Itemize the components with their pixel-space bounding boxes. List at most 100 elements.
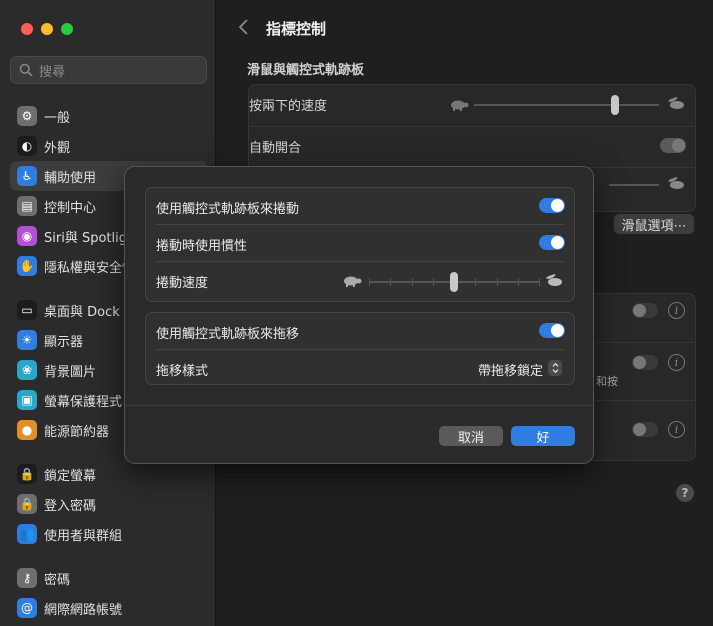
rabbit-icon bbox=[668, 97, 684, 109]
dialog-footer-divider bbox=[125, 405, 595, 406]
minimize-window-button[interactable] bbox=[41, 23, 53, 35]
double-click-speed-track[interactable] bbox=[474, 104, 659, 106]
sidebar-item-label: 背景圖片 bbox=[44, 364, 97, 380]
info-icon[interactable]: i bbox=[668, 354, 685, 371]
slider-tick bbox=[517, 278, 519, 286]
sidebar-item[interactable]: @ 網際網路帳號 bbox=[10, 593, 207, 623]
option-toggle-2[interactable] bbox=[632, 355, 658, 370]
sidebar-item-label: 能源節約器 bbox=[44, 424, 110, 440]
inertia-label: 捲動時使用慣性 bbox=[156, 239, 248, 254]
drag-style-value[interactable]: 帶拖移鎖定 bbox=[478, 360, 543, 379]
scroll-row: 使用觸控式軌跡板來捲動 bbox=[146, 188, 574, 224]
sidebar-item-label: 一般 bbox=[44, 110, 71, 126]
rabbit-icon bbox=[546, 274, 562, 286]
info-icon[interactable]: i bbox=[668, 421, 685, 438]
search-icon bbox=[19, 63, 33, 77]
appearance-icon: ◐ bbox=[17, 136, 37, 156]
inertia-row: 捲動時使用慣性 bbox=[146, 225, 574, 261]
drag-with-trackpad-toggle[interactable] bbox=[539, 323, 565, 338]
inertia-toggle[interactable] bbox=[539, 235, 565, 250]
sun-icon: ☀ bbox=[17, 330, 37, 350]
control-center-icon: ▤ bbox=[17, 196, 37, 216]
zoom-window-button[interactable] bbox=[61, 23, 73, 35]
slider-tick bbox=[411, 278, 413, 286]
trackpad-options-button[interactable]: 滑鼠選項⋯ bbox=[614, 214, 694, 234]
sidebar-item-label: 使用者與群組 bbox=[44, 528, 123, 544]
slider-tick bbox=[369, 278, 370, 286]
sidebar-item[interactable]: 🔒 登入密碼 bbox=[10, 489, 207, 519]
window-controls bbox=[21, 23, 73, 35]
spring-loading-toggle[interactable] bbox=[660, 138, 686, 153]
bulb-icon: ● bbox=[17, 420, 37, 440]
sidebar-item[interactable]: ⚙ 一般 bbox=[10, 101, 207, 131]
sidebar-item-label: 密碼 bbox=[44, 572, 71, 588]
drag-style-popup-button[interactable] bbox=[548, 360, 562, 376]
scroll-with-trackpad-label: 使用觸控式軌跡板來捲動 bbox=[156, 202, 300, 217]
back-chevron-icon[interactable] bbox=[237, 17, 251, 37]
updown-chevron-icon bbox=[551, 362, 559, 374]
sidebar-item-label: 輔助使用 bbox=[44, 170, 97, 186]
slider-tick bbox=[390, 278, 392, 286]
double-click-speed-label: 按兩下的速度 bbox=[249, 99, 328, 114]
tracking-speed-track[interactable] bbox=[609, 184, 659, 186]
cancel-button[interactable]: 取消 bbox=[439, 426, 503, 446]
key-icon: ⚷ bbox=[17, 568, 37, 588]
dock-icon: ▭ bbox=[17, 300, 37, 320]
close-window-button[interactable] bbox=[21, 23, 33, 35]
sidebar-item-label: 隱私權與安全性 bbox=[44, 260, 136, 276]
sidebar-item-label: 控制中心 bbox=[44, 200, 97, 216]
scroll-speed-knob[interactable] bbox=[450, 272, 458, 292]
option-toggle-1[interactable] bbox=[632, 303, 658, 318]
sidebar-item[interactable]: ◐ 外觀 bbox=[10, 131, 207, 161]
slider-tick bbox=[539, 278, 540, 286]
sidebar-item-label: 網際網路帳號 bbox=[44, 602, 123, 618]
lock-screen-icon: 🔒 bbox=[17, 464, 37, 484]
search-field[interactable]: 搜尋 bbox=[10, 56, 207, 84]
search-placeholder: 搜尋 bbox=[39, 64, 66, 80]
at-icon: @ bbox=[17, 598, 37, 618]
info-icon[interactable]: i bbox=[668, 302, 685, 319]
scroll-with-trackpad-toggle[interactable] bbox=[539, 198, 565, 213]
sidebar-item-label: 鎖定螢幕 bbox=[44, 468, 97, 484]
sidebar-item[interactable]: ⚷ 密碼 bbox=[10, 563, 207, 593]
lock-icon: 🔒 bbox=[17, 494, 37, 514]
slider-tick bbox=[496, 278, 498, 286]
hand-icon: ✋ bbox=[17, 256, 37, 276]
scroll-group: 使用觸控式軌跡板來捲動 捲動時使用慣性 捲動速度 bbox=[145, 187, 575, 302]
screensaver-icon: ▣ bbox=[17, 390, 37, 410]
drag-style-row: 拖移樣式 帶拖移鎖定 bbox=[146, 350, 574, 386]
siri-icon: ◉ bbox=[17, 226, 37, 246]
accessibility-icon: ♿ bbox=[17, 166, 37, 186]
users-icon: 👥 bbox=[17, 524, 37, 544]
rabbit-icon bbox=[668, 177, 684, 189]
slider-tick bbox=[475, 278, 477, 286]
section-title: 滑鼠與觸控式軌跡板 bbox=[247, 63, 365, 78]
slider-tick bbox=[432, 278, 434, 286]
scroll-speed-label: 捲動速度 bbox=[156, 276, 209, 291]
sidebar-item-label: 登入密碼 bbox=[44, 498, 97, 514]
option-toggle-3[interactable] bbox=[632, 422, 658, 437]
partial-description: 和按 bbox=[596, 375, 618, 388]
page-title: 指標控制 bbox=[266, 20, 327, 38]
trackpad-options-dialog: 使用觸控式軌跡板來捲動 捲動時使用慣性 捲動速度 使用觸控式軌跡板來拖移 拖移樣… bbox=[124, 166, 595, 464]
scroll-speed-row: 捲動速度 bbox=[146, 262, 574, 298]
sidebar-item-label: 外觀 bbox=[44, 140, 71, 156]
drag-group: 使用觸控式軌跡板來拖移 拖移樣式 帶拖移鎖定 bbox=[145, 312, 575, 385]
turtle-icon bbox=[451, 100, 469, 111]
sidebar-item[interactable]: 👥 使用者與群組 bbox=[10, 519, 207, 549]
divider bbox=[249, 126, 695, 127]
sidebar-item-label: 螢幕保護程式 bbox=[44, 394, 123, 410]
help-button[interactable]: ? bbox=[676, 484, 694, 502]
drag-style-label: 拖移樣式 bbox=[156, 364, 209, 379]
drag-with-trackpad-label: 使用觸控式軌跡板來拖移 bbox=[156, 327, 300, 342]
spring-loading-label: 自動開合 bbox=[249, 141, 302, 156]
wallpaper-icon: ❀ bbox=[17, 360, 37, 380]
sidebar-item-label: 顯示器 bbox=[44, 334, 84, 350]
gear-icon: ⚙ bbox=[17, 106, 37, 126]
sidebar-item-label: 桌面與 Dock bbox=[44, 304, 120, 320]
double-click-speed-knob[interactable] bbox=[610, 95, 619, 115]
drag-row: 使用觸控式軌跡板來拖移 bbox=[146, 313, 574, 349]
turtle-icon bbox=[344, 276, 362, 287]
ok-button[interactable]: 好 bbox=[511, 426, 575, 446]
